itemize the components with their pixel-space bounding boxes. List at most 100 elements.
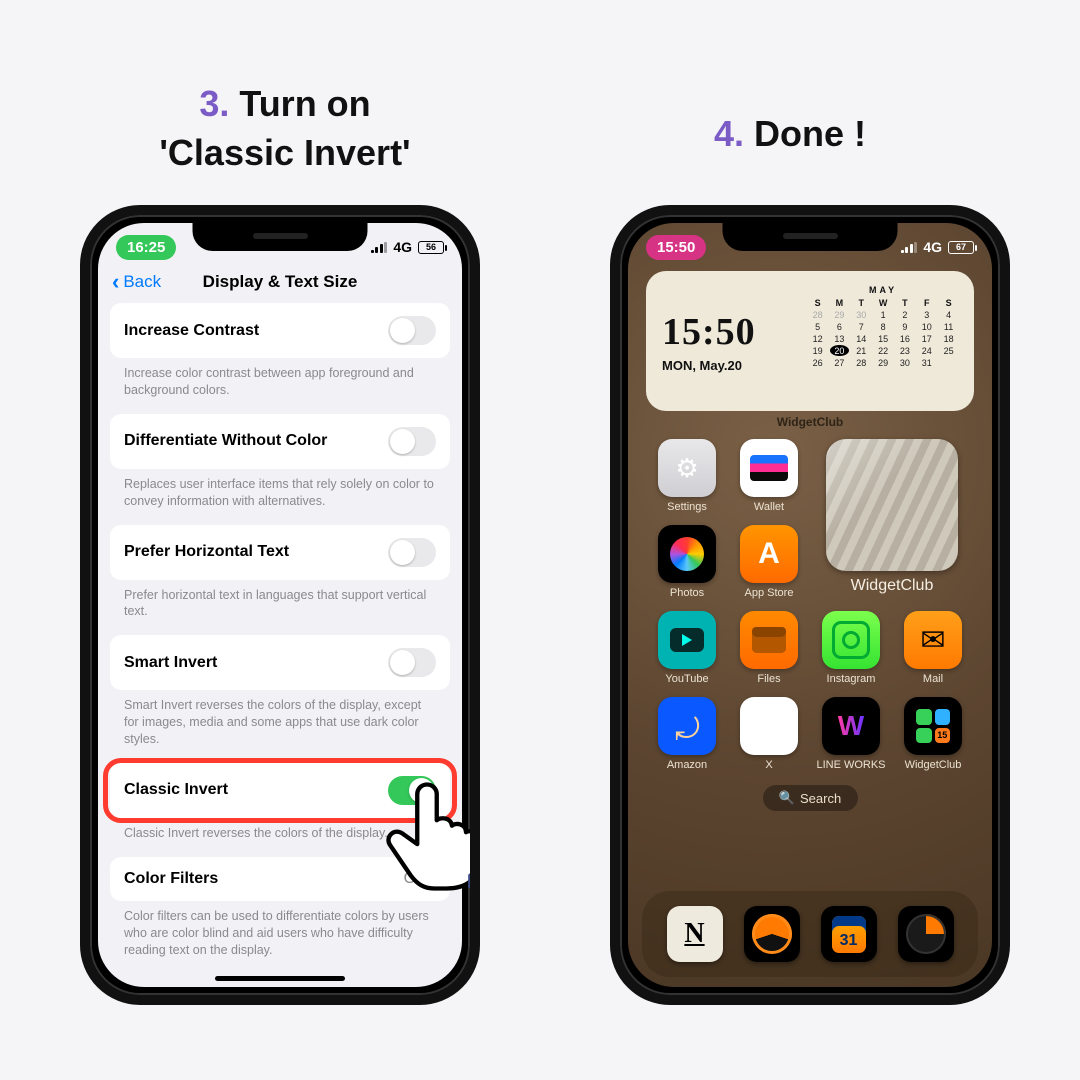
row-prefer-horizontal-text[interactable]: Prefer Horizontal Text (110, 525, 450, 580)
amazon-icon (658, 697, 716, 755)
app-label: Amazon (667, 759, 707, 771)
row-color-filters[interactable]: Color Filters Off › (110, 857, 450, 901)
dock-app-notion[interactable] (667, 906, 723, 962)
row-footer: Replaces user interface items that rely … (110, 469, 450, 525)
instagram-icon (822, 611, 880, 669)
app-lineworks[interactable]: LINE WORKS (812, 697, 890, 771)
row-differentiate-without-color[interactable]: Differentiate Without Color (110, 414, 450, 469)
row-value: Off (404, 870, 425, 888)
step-3-number: 3. (199, 83, 229, 124)
row-footer: Increase color contrast between app fore… (110, 358, 450, 414)
signal-icon (371, 242, 388, 253)
battery-icon: 56 (418, 241, 444, 254)
app-settings[interactable]: ⚙︎ Settings (648, 439, 726, 513)
home-indicator[interactable] (215, 976, 345, 981)
app-label: Files (757, 673, 780, 685)
app-amazon[interactable]: Amazon (648, 697, 726, 771)
toggle-classic-invert[interactable] (388, 776, 436, 805)
dock-app-safari[interactable] (744, 906, 800, 962)
photo-widget-image (826, 439, 958, 571)
battery-icon: 67 (948, 241, 974, 254)
row-classic-invert[interactable]: Classic Invert (110, 763, 450, 818)
phone-right: 15:50 4G 67 15:50 MON, May.20 MAY SMTWTF… (610, 205, 1010, 1005)
chevron-right-icon: › (431, 870, 436, 888)
network-label: 4G (923, 239, 942, 255)
app-label: LINE WORKS (816, 759, 885, 771)
app-label: YouTube (665, 673, 708, 685)
dock[interactable] (642, 891, 978, 977)
files-icon (740, 611, 798, 669)
app-label: Photos (670, 587, 704, 599)
photos-icon (658, 525, 716, 583)
app-x[interactable]: 𝕏 X (730, 697, 808, 771)
chevron-left-icon: ‹ (112, 273, 119, 291)
step-3-text-b: 'Classic Invert' (159, 132, 410, 173)
row-smart-invert[interactable]: Smart Invert (110, 635, 450, 690)
app-label: Instagram (827, 673, 876, 685)
status-time-pill[interactable]: 16:25 (116, 235, 176, 260)
settings-icon: ⚙︎ (658, 439, 716, 497)
clock-calendar-widget[interactable]: 15:50 MON, May.20 MAY SMTWTFS28293012345… (646, 271, 974, 411)
network-label: 4G (393, 239, 412, 255)
search-label: Search (800, 791, 841, 806)
youtube-icon (658, 611, 716, 669)
row-increase-contrast[interactable]: Increase Contrast (110, 303, 450, 358)
dock-app-clock[interactable] (898, 906, 954, 962)
step-3-text-a: Turn on (239, 83, 370, 124)
signal-icon (901, 242, 918, 253)
status-time-pill[interactable]: 15:50 (646, 235, 706, 260)
row-label: Color Filters (124, 870, 218, 888)
home-app-grid[interactable]: ⚙︎ Settings Wallet WidgetClub Photos A A… (628, 435, 992, 771)
app-label: Settings (667, 501, 707, 513)
widget-date: MON, May.20 (662, 358, 798, 373)
back-label: Back (123, 272, 161, 292)
back-button[interactable]: ‹ Back (112, 272, 161, 292)
row-label: Classic Invert (124, 781, 228, 799)
photo-widget[interactable]: WidgetClub (812, 439, 972, 599)
notch (723, 223, 898, 251)
step-4-number: 4. (714, 113, 744, 154)
photo-widget-label: WidgetClub (851, 577, 934, 595)
wallet-icon (740, 439, 798, 497)
app-youtube[interactable]: YouTube (648, 611, 726, 685)
widgetclub-icon: 15 (904, 697, 962, 755)
app-label: X (765, 759, 772, 771)
app-files[interactable]: Files (730, 611, 808, 685)
nav-header: ‹ Back Display & Text Size (98, 265, 462, 303)
toggle-increase-contrast[interactable] (388, 316, 436, 345)
row-footer: Color filters can be used to differentia… (110, 901, 450, 974)
mail-icon (904, 611, 962, 669)
app-label: App Store (745, 587, 794, 599)
app-photos[interactable]: Photos (648, 525, 726, 599)
row-label: Differentiate Without Color (124, 432, 327, 450)
widget-label: WidgetClub (628, 415, 992, 429)
step-4-caption: 4. Done ! (620, 110, 960, 159)
app-label: Mail (923, 673, 943, 685)
app-mail[interactable]: Mail (894, 611, 972, 685)
spotlight-search[interactable]: 🔍 Search (763, 785, 858, 811)
app-appstore[interactable]: A App Store (730, 525, 808, 599)
row-footer: Classic Invert reverses the colors of th… (110, 818, 450, 857)
app-widgetclub[interactable]: 15 WidgetClub (894, 697, 972, 771)
app-wallet[interactable]: Wallet (730, 439, 808, 513)
step-4-text: Done ! (754, 113, 866, 154)
app-instagram[interactable]: Instagram (812, 611, 890, 685)
dock-app-calendar[interactable] (821, 906, 877, 962)
step-3-caption: 3. Turn on 'Classic Invert' (105, 80, 465, 177)
notch (193, 223, 368, 251)
phone-left: 16:25 4G 56 ‹ Back Display & Text Size I… (80, 205, 480, 1005)
row-footer: Prefer horizontal text in languages that… (110, 580, 450, 636)
toggle-smart-invert[interactable] (388, 648, 436, 677)
widget-month: MAY (808, 285, 958, 295)
toggle-horizontal-text[interactable] (388, 538, 436, 567)
row-label: Smart Invert (124, 654, 217, 672)
app-label: WidgetClub (905, 759, 962, 771)
x-icon: 𝕏 (740, 697, 798, 755)
widget-time: 15:50 (662, 310, 798, 354)
settings-list[interactable]: Increase Contrast Increase color contras… (98, 303, 462, 973)
row-label: Prefer Horizontal Text (124, 543, 289, 561)
calendar-grid: SMTWTFS282930123456789101112131415161718… (808, 298, 958, 368)
toggle-differentiate[interactable] (388, 427, 436, 456)
row-label: Increase Contrast (124, 322, 259, 340)
row-footer: Smart Invert reverses the colors of the … (110, 690, 450, 763)
